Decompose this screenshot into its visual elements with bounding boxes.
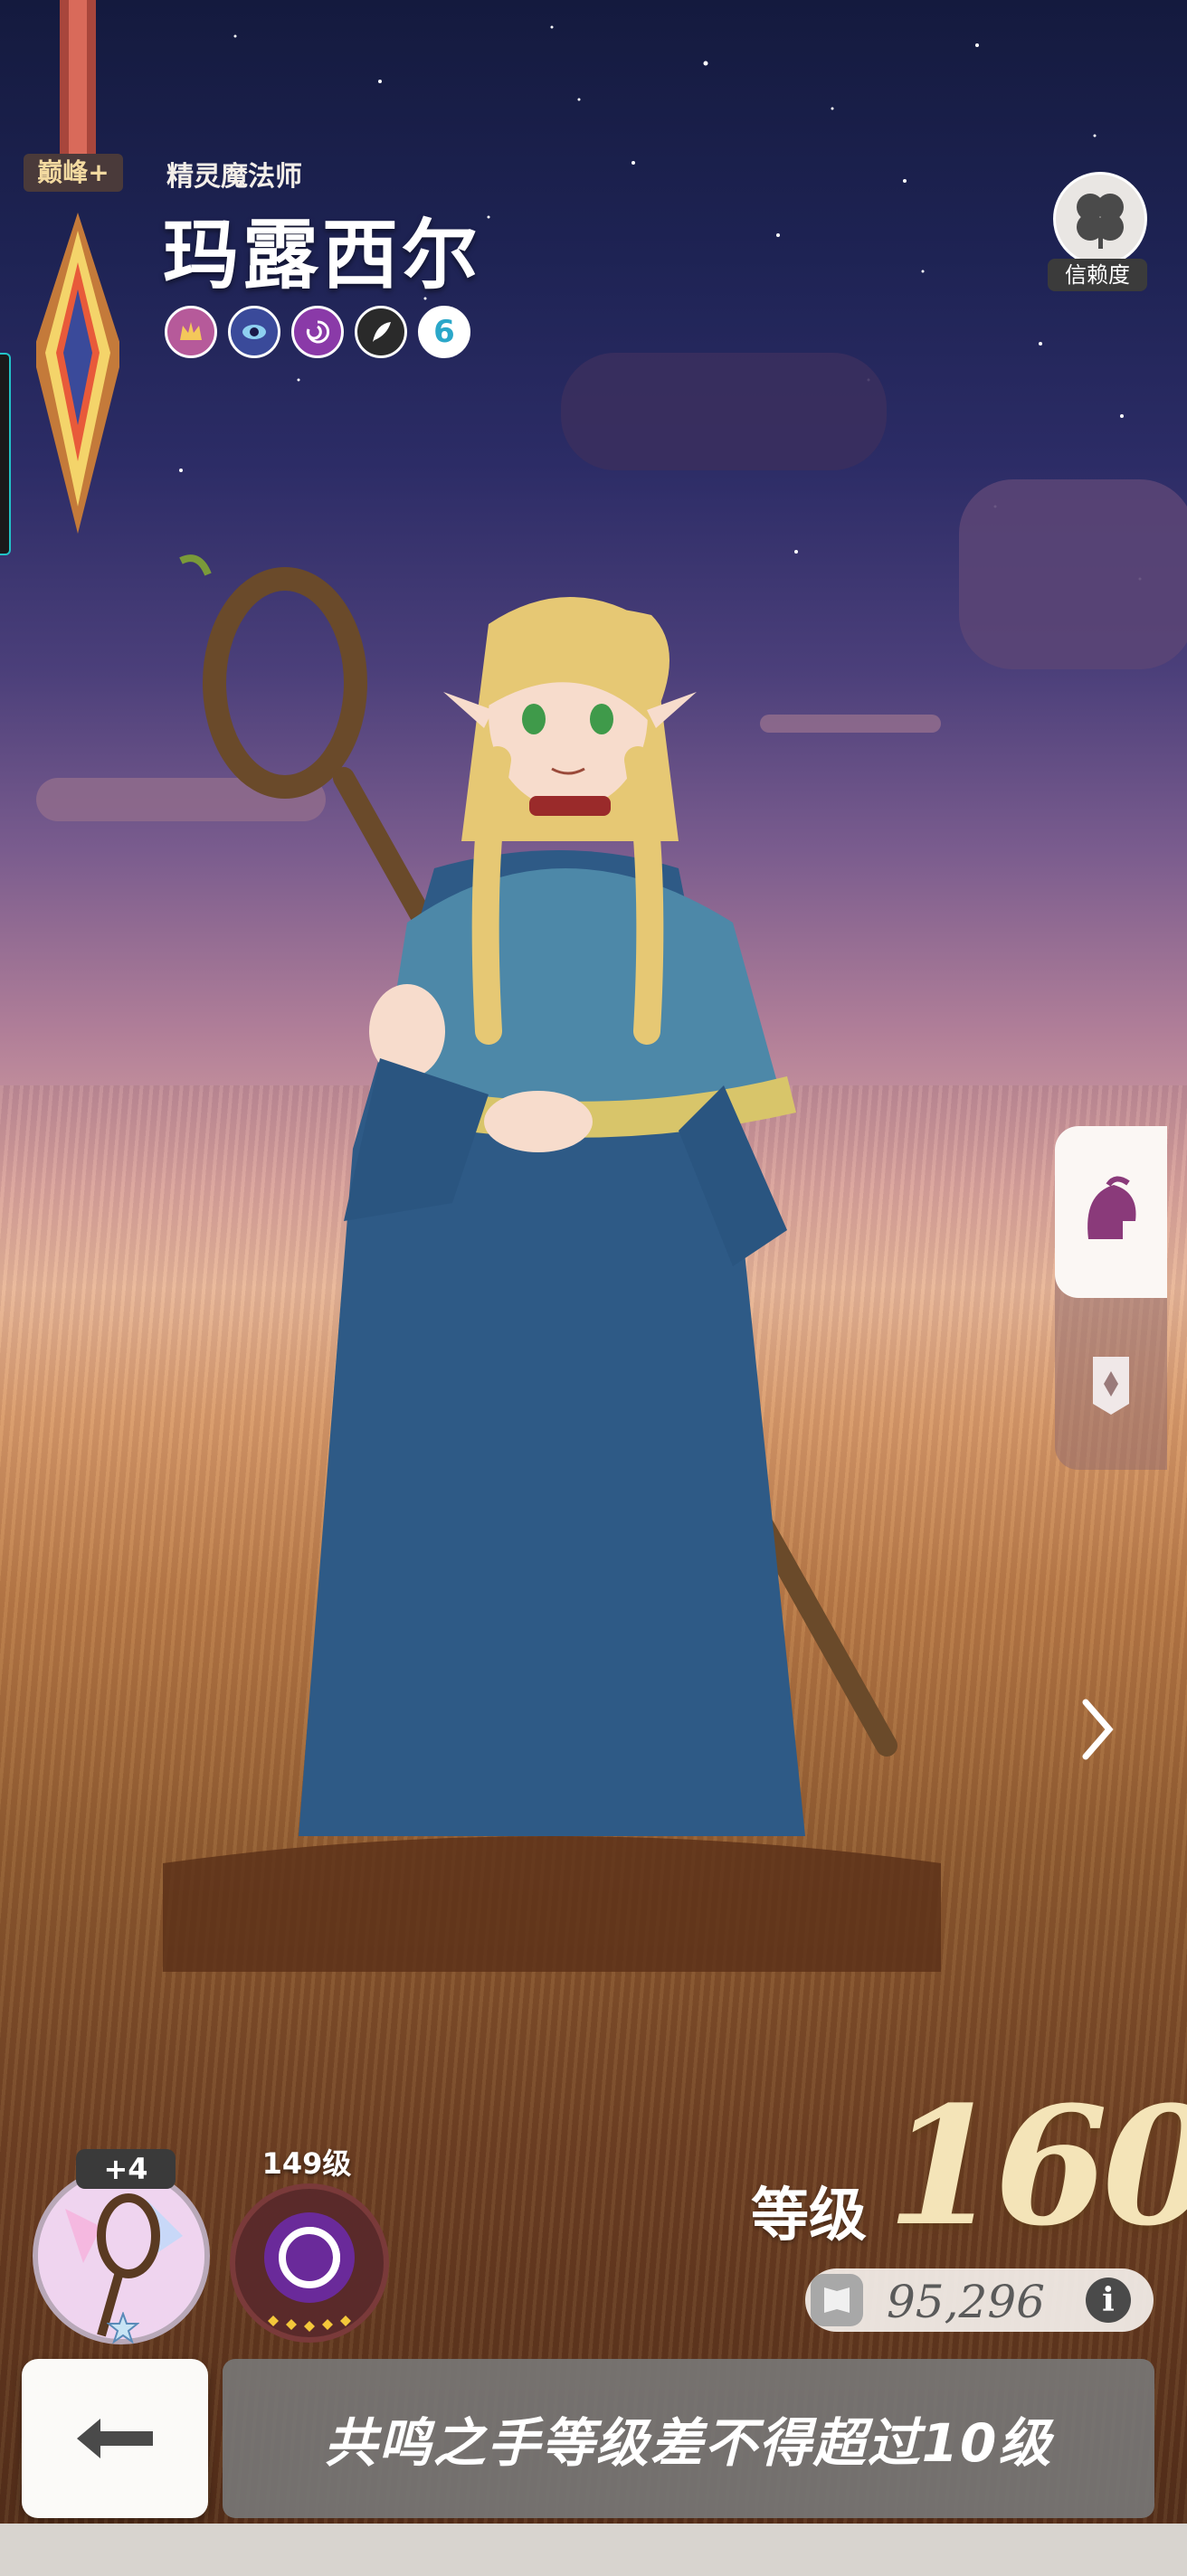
skin-button[interactable]	[1055, 1126, 1167, 1298]
character-illustration	[163, 554, 941, 1972]
arrow-left-icon	[77, 2419, 153, 2458]
side-panel	[1055, 1126, 1167, 1470]
back-button[interactable]	[22, 2359, 208, 2518]
toast-text: 共鸣之手等级差不得超过10级	[324, 2412, 1053, 2474]
exp-bar: 95,296 i	[805, 2268, 1154, 2332]
feather-icon[interactable]	[355, 306, 407, 358]
chevron-right-icon[interactable]	[1075, 1693, 1120, 1766]
level-value: 160	[887, 2071, 1187, 2262]
card-icon	[1093, 1357, 1129, 1415]
weapon-badge: +4	[76, 2149, 176, 2189]
character-class: 精灵魔法师	[166, 161, 302, 193]
character-screen: 巅峰+ 精灵魔法师 玛露西尔 6 信赖度 +4 149级 等级 160 95,2…	[0, 0, 1187, 2576]
star-icon	[107, 2312, 139, 2344]
clover-icon	[1077, 194, 1124, 249]
swirl-icon[interactable]	[291, 306, 344, 358]
skill-slot[interactable]: 149级	[230, 2144, 393, 2343]
skill-swirl-icon	[264, 2212, 355, 2332]
bottom-strip	[0, 2524, 1187, 2576]
exp-value: 95,296	[887, 2276, 1045, 2328]
left-edge-handle[interactable]	[0, 353, 11, 555]
attribute-icons: 6	[165, 306, 470, 358]
rank-banner	[36, 0, 119, 534]
trust-button[interactable]: 信赖度	[1048, 172, 1147, 298]
toast-message: 共鸣之手等级差不得超过10级	[223, 2359, 1154, 2518]
card-button[interactable]	[1055, 1307, 1167, 1461]
helmet-icon	[1087, 1176, 1136, 1239]
trust-label: 信赖度	[1048, 259, 1147, 291]
skill-level-badge: 149级	[261, 2146, 352, 2181]
cloud	[959, 479, 1187, 669]
attribute-number[interactable]: 6	[418, 306, 470, 358]
exp-book-icon	[811, 2274, 863, 2326]
crown-icon[interactable]	[165, 306, 217, 358]
info-icon[interactable]: i	[1086, 2278, 1131, 2323]
character-name: 玛露西尔	[163, 210, 482, 299]
cloud	[561, 353, 887, 470]
eye-icon[interactable]	[228, 306, 280, 358]
rank-tag: 巅峰+	[24, 154, 123, 192]
trust-icon-frame	[1053, 172, 1147, 266]
skill-frame	[230, 2183, 389, 2343]
weapon-slot[interactable]: +4	[33, 2149, 214, 2348]
level-label: 等级	[751, 2182, 867, 2249]
